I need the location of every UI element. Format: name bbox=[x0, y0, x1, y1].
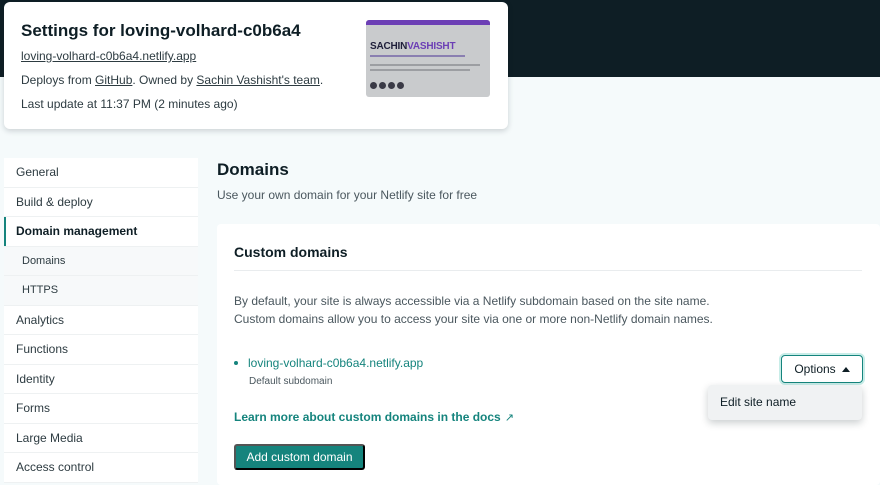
caret-up-icon bbox=[841, 366, 850, 372]
settings-sidebar: General Build & deploy Domain management… bbox=[4, 158, 198, 483]
sidebar-item-large-media[interactable]: Large Media bbox=[4, 424, 198, 453]
domain-caption: Default subdomain bbox=[249, 376, 333, 387]
section-subheading: Use your own domain for your Netlify sit… bbox=[217, 188, 478, 202]
github-link[interactable]: GitHub bbox=[95, 73, 132, 87]
panel-title: Custom domains bbox=[234, 244, 348, 260]
menu-item-edit-site-name[interactable]: Edit site name bbox=[708, 385, 862, 420]
description-line: Custom domains allow you to access your … bbox=[234, 312, 713, 326]
sidebar-item-domain-management[interactable]: Domain management bbox=[4, 217, 198, 247]
site-preview-thumbnail[interactable]: SACHINVASHISHT bbox=[366, 20, 490, 97]
site-card: Settings for loving-volhard-c0b6a4 lovin… bbox=[4, 2, 508, 129]
add-custom-domain-button[interactable]: Add custom domain bbox=[234, 444, 365, 470]
page-title: Settings for loving-volhard-c0b6a4 bbox=[21, 21, 301, 40]
section-heading: Domains bbox=[217, 160, 289, 179]
external-link-icon: ↗ bbox=[504, 412, 514, 424]
sidebar-item-identity[interactable]: Identity bbox=[4, 365, 198, 394]
panel-description: By default, your site is always accessib… bbox=[234, 292, 713, 328]
sidebar-item-access-control[interactable]: Access control bbox=[4, 453, 198, 483]
thumbnail-topbar bbox=[366, 20, 490, 25]
sidebar-subitem-domains[interactable]: Domains bbox=[4, 246, 198, 276]
last-update: Last update at 11:37 PM (2 minutes ago) bbox=[21, 97, 238, 111]
deploys-prefix: Deploys from bbox=[21, 73, 96, 87]
domain-list-item: loving-volhard-c0b6a4.netlify.app Defaul… bbox=[234, 354, 423, 387]
sidebar-subitem-https[interactable]: HTTPS bbox=[4, 276, 198, 306]
sidebar-item-build-deploy[interactable]: Build & deploy bbox=[4, 188, 198, 217]
options-label: Options bbox=[794, 362, 836, 376]
domain-link[interactable]: loving-volhard-c0b6a4.netlify.app bbox=[248, 356, 423, 370]
owned-suffix: . bbox=[319, 73, 324, 87]
site-url-link[interactable]: loving-volhard-c0b6a4.netlify.app bbox=[21, 49, 196, 63]
custom-domains-panel: Custom domains By default, your site is … bbox=[217, 224, 880, 485]
thumbnail-name: SACHINVASHISHT bbox=[370, 41, 456, 52]
domains-header: Domains Use your own domain for your Net… bbox=[217, 160, 477, 202]
divider bbox=[234, 270, 862, 271]
sidebar-item-forms[interactable]: Forms bbox=[4, 394, 198, 424]
sidebar-item-functions[interactable]: Functions bbox=[4, 335, 198, 365]
thumbnail-social-icons bbox=[370, 82, 404, 89]
description-line: By default, your site is always accessib… bbox=[234, 294, 710, 308]
bullet-icon bbox=[234, 360, 238, 365]
options-button[interactable]: Options bbox=[781, 355, 863, 383]
sidebar-item-analytics[interactable]: Analytics bbox=[4, 306, 198, 335]
deploy-info: Deploys from GitHub. Owned by Sachin Vas… bbox=[21, 73, 323, 87]
thumbnail-text-line bbox=[370, 64, 480, 66]
thumbnail-tagline bbox=[370, 55, 465, 57]
options-dropdown-menu: Edit site name bbox=[708, 385, 862, 420]
learn-more-link[interactable]: Learn more about custom domains in the d… bbox=[234, 410, 514, 424]
sidebar-item-general[interactable]: General bbox=[4, 158, 198, 188]
owner-link[interactable]: Sachin Vashisht's team bbox=[196, 73, 319, 87]
thumbnail-text-line bbox=[370, 69, 470, 71]
learn-more-label: Learn more about custom domains in the d… bbox=[234, 410, 501, 424]
owned-prefix: . Owned by bbox=[132, 73, 197, 87]
